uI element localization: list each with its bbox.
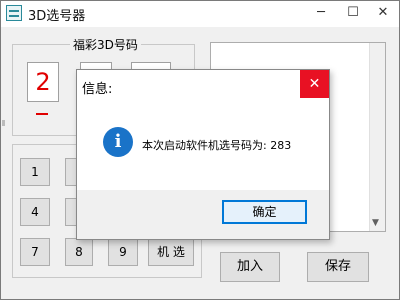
key-4[interactable]: 4 bbox=[20, 198, 50, 226]
minimize-button[interactable]: ─ bbox=[306, 1, 336, 25]
digit-1: 2 bbox=[27, 62, 59, 102]
close-button[interactable]: ✕ bbox=[368, 1, 398, 25]
selected-digit-marker bbox=[36, 113, 48, 115]
dialog-close-button[interactable]: ✕ bbox=[300, 70, 329, 98]
window-title: 3D选号器 bbox=[28, 9, 86, 24]
dialog-title: 信息: bbox=[82, 82, 113, 97]
save-button[interactable]: 保存 bbox=[307, 252, 369, 282]
maximize-button[interactable]: ☐ bbox=[338, 1, 368, 25]
partial-label-mark bbox=[2, 120, 5, 126]
key-1[interactable]: 1 bbox=[20, 158, 50, 186]
key-8[interactable]: 8 bbox=[65, 238, 93, 266]
key-9[interactable]: 9 bbox=[108, 238, 138, 266]
info-icon: i bbox=[103, 127, 133, 157]
list-scrollbar[interactable] bbox=[369, 43, 385, 231]
ok-button[interactable]: 确定 bbox=[222, 200, 307, 224]
app-icon bbox=[6, 5, 22, 21]
dialog-message: 本次启动软件机选号码为: 283 bbox=[142, 139, 292, 152]
key-7[interactable]: 7 bbox=[20, 238, 50, 266]
random-pick-button[interactable]: 机 选 bbox=[148, 238, 194, 266]
scroll-down-arrow-icon[interactable]: ▼ bbox=[372, 218, 379, 228]
add-button[interactable]: 加入 bbox=[220, 252, 280, 282]
number-group-label: 福彩3D号码 bbox=[70, 36, 141, 53]
